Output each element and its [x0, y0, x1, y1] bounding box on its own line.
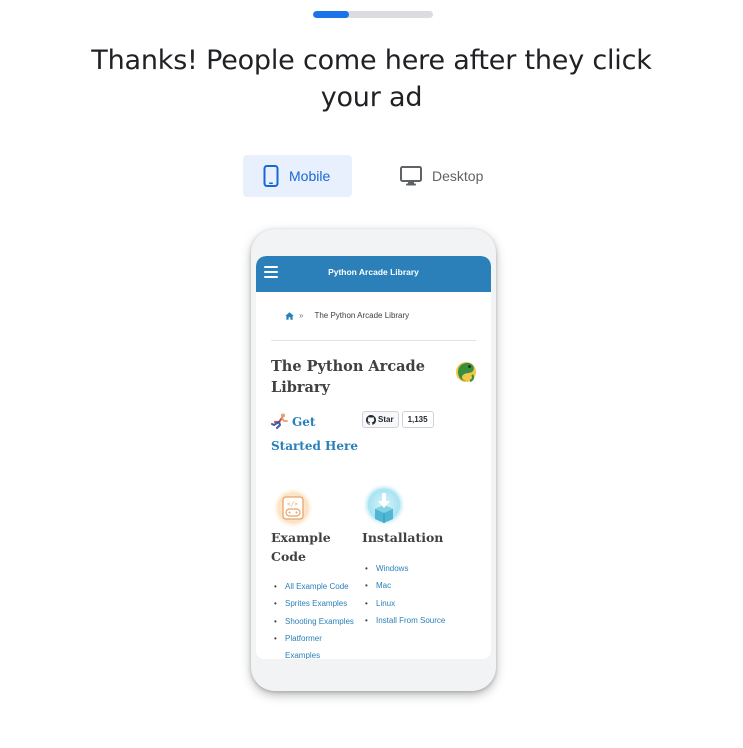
desktop-toggle-label: Desktop	[432, 168, 484, 184]
example-code-links: All Example Code Sprites Examples Shooti…	[271, 578, 361, 659]
installation-links: Windows Mac Linux Install From Source	[362, 560, 482, 629]
desktop-icon	[400, 166, 422, 186]
list-item[interactable]: Sprites Examples	[271, 595, 361, 613]
breadcrumb-separator: »	[299, 311, 304, 320]
home-icon[interactable]	[285, 311, 294, 320]
list-item[interactable]: Mac	[362, 577, 482, 595]
installation-section: Installation Windows Mac Linux Install F…	[362, 528, 482, 629]
page-heading: Thanks! People come here after they clic…	[91, 45, 652, 113]
list-item[interactable]: Install From Source	[362, 612, 482, 630]
download-box-icon	[362, 485, 406, 529]
example-code-section: Example Code All Example Code Sprites Ex…	[271, 528, 361, 659]
runner-icon	[271, 413, 289, 436]
list-item[interactable]: Windows	[362, 560, 482, 578]
progress-bar-fill	[313, 11, 349, 18]
divider	[271, 340, 476, 341]
smartphone-icon	[263, 165, 279, 187]
github-star-widget: Star 1,135	[362, 411, 434, 428]
github-star-label: Star	[378, 415, 394, 424]
desktop-toggle-button[interactable]: Desktop	[384, 155, 504, 197]
mobile-toggle-button[interactable]: Mobile	[243, 155, 352, 197]
list-item[interactable]: Linux	[362, 595, 482, 613]
gamepad-code-icon: </>	[272, 487, 314, 529]
example-code-heading: Example Code	[271, 530, 331, 564]
mobile-toggle-label: Mobile	[289, 168, 331, 184]
github-star-button[interactable]: Star	[362, 411, 399, 428]
breadcrumb: » The Python Arcade Library	[285, 311, 409, 320]
preview-app-bar: Python Arcade Library	[256, 256, 491, 292]
list-item[interactable]: All Example Code	[271, 578, 361, 596]
installation-heading: Installation	[362, 530, 444, 545]
mobile-preview-frame: Python Arcade Library » The Python Arcad…	[251, 229, 496, 691]
svg-text:</>: </>	[287, 501, 298, 508]
github-star-count[interactable]: 1,135	[401, 411, 434, 428]
breadcrumb-current: The Python Arcade Library	[314, 311, 410, 320]
get-started-link[interactable]: Get Started Here	[271, 412, 366, 457]
github-icon	[366, 414, 376, 425]
python-snake-logo-icon	[455, 359, 477, 388]
list-item[interactable]: Platformer Examples	[271, 630, 335, 659]
progress-bar	[313, 11, 433, 18]
mobile-preview-screen[interactable]: Python Arcade Library » The Python Arcad…	[256, 256, 491, 659]
preview-page-title: The Python Arcade Library	[271, 358, 425, 396]
preview-app-title: Python Arcade Library	[328, 267, 419, 277]
list-item[interactable]: Shooting Examples	[271, 613, 361, 631]
